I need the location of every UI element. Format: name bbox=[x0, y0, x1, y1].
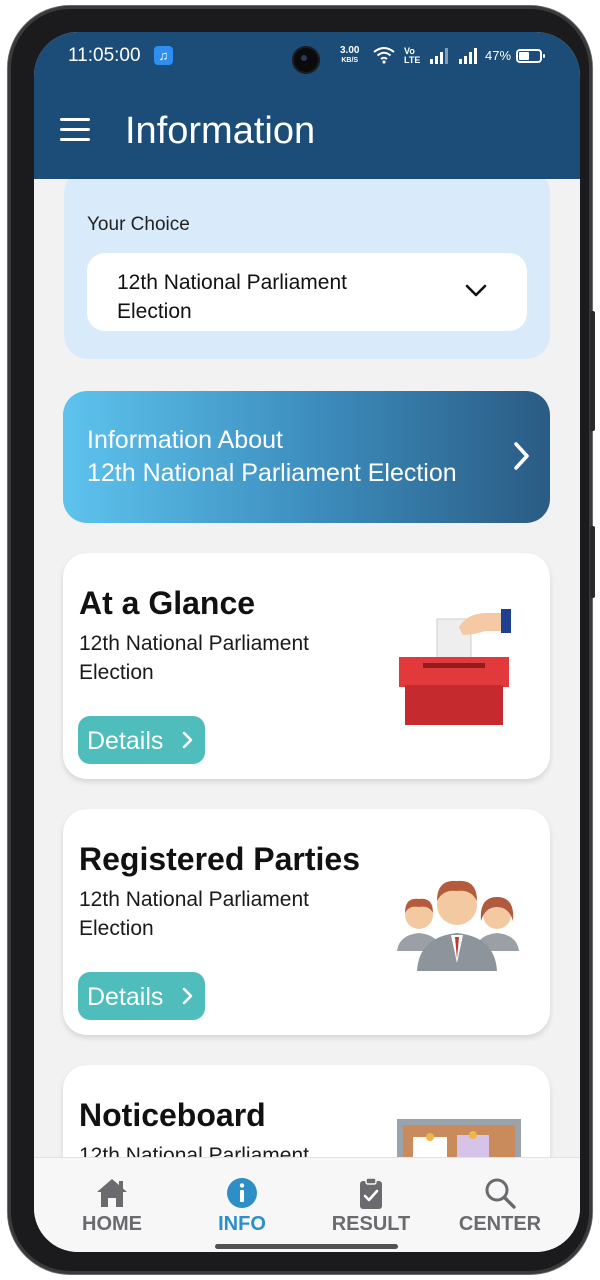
banner-line-1: Information About bbox=[87, 426, 283, 454]
info-banner[interactable]: Information About 12th National Parliame… bbox=[63, 391, 550, 523]
volume-button bbox=[590, 311, 595, 431]
nav-label: HOME bbox=[82, 1213, 142, 1235]
choice-panel: Your Choice 12th National Parliament Ele… bbox=[64, 179, 550, 359]
battery-icon bbox=[516, 49, 545, 63]
status-bar: 11:05:00 ♫ 3.00 KB/S Vo LTE 47% bbox=[34, 32, 580, 82]
nav-home[interactable]: HOME bbox=[52, 1158, 172, 1252]
nav-info[interactable]: INFO bbox=[182, 1158, 302, 1252]
nav-center[interactable]: CENTER bbox=[440, 1158, 560, 1252]
wifi-icon bbox=[373, 47, 395, 64]
chevron-right-icon bbox=[182, 731, 193, 749]
card-title: Noticeboard bbox=[79, 1097, 266, 1133]
network-speed-unit: KB/S bbox=[341, 57, 359, 64]
power-button bbox=[590, 526, 595, 598]
front-camera bbox=[292, 46, 320, 74]
card-registered-parties[interactable]: Registered Parties 12th National Parliam… bbox=[63, 809, 550, 1035]
page-title: Information bbox=[125, 110, 316, 152]
screen: 11:05:00 ♫ 3.00 KB/S Vo LTE 47% Informat… bbox=[34, 32, 580, 1252]
details-label: Details bbox=[87, 983, 164, 1011]
info-icon bbox=[227, 1178, 257, 1208]
signal-icon-2 bbox=[459, 48, 477, 64]
card-at-a-glance[interactable]: At a Glance 12th National Parliament Ele… bbox=[63, 553, 550, 779]
card-subtitle: 12th National Parliament Election bbox=[79, 888, 309, 940]
nav-label: INFO bbox=[218, 1213, 266, 1235]
chevron-right-icon bbox=[182, 987, 193, 1005]
card-title: Registered Parties bbox=[79, 841, 361, 877]
chevron-down-icon bbox=[465, 284, 487, 297]
nav-label: RESULT bbox=[331, 1213, 411, 1235]
status-time: 11:05:00 bbox=[68, 45, 141, 66]
election-select[interactable]: 12th National Parliament Election bbox=[87, 253, 527, 331]
chevron-right-icon bbox=[514, 442, 529, 470]
signal-icon bbox=[430, 48, 448, 64]
card-subtitle: 12th National Parliament bbox=[79, 1144, 309, 1157]
card-title: At a Glance bbox=[79, 585, 256, 621]
people-group-icon bbox=[397, 880, 519, 971]
nav-label: CENTER bbox=[458, 1213, 542, 1235]
battery-percent: 47% bbox=[485, 48, 512, 63]
app-bar: Information bbox=[34, 82, 580, 179]
main-content[interactable]: Your Choice 12th National Parliament Ele… bbox=[34, 179, 580, 1157]
search-icon bbox=[485, 1178, 516, 1209]
card-noticeboard[interactable]: Noticeboard 12th National Parliament bbox=[63, 1065, 550, 1157]
details-label: Details bbox=[87, 727, 164, 755]
network-speed: 3.00 KB/S bbox=[340, 46, 359, 66]
phone-frame: 11:05:00 ♫ 3.00 KB/S Vo LTE 47% Informat… bbox=[8, 6, 595, 1274]
ballot-box-icon bbox=[399, 609, 511, 725]
election-select-value: 12th National Parliament Election bbox=[117, 271, 347, 323]
home-icon bbox=[97, 1179, 127, 1207]
clipboard-icon bbox=[360, 1177, 382, 1209]
card-subtitle: 12th National Parliament Election bbox=[79, 632, 309, 684]
banner-line-2: 12th National Parliament Election bbox=[87, 459, 457, 487]
network-speed-value: 3.00 bbox=[340, 45, 360, 56]
choice-label: Your Choice bbox=[87, 214, 190, 235]
menu-icon[interactable] bbox=[60, 118, 90, 142]
music-app-icon: ♫ bbox=[154, 46, 173, 65]
nav-result[interactable]: RESULT bbox=[311, 1158, 431, 1252]
details-button[interactable]: Details bbox=[78, 972, 205, 1020]
noticeboard-icon bbox=[397, 1119, 521, 1157]
volte-indicator: Vo LTE bbox=[404, 47, 420, 65]
volte-bottom: LTE bbox=[404, 55, 421, 65]
details-button[interactable]: Details bbox=[78, 716, 205, 764]
home-indicator[interactable] bbox=[215, 1244, 398, 1249]
bottom-navigation: HOME INFO RESULT CENTER bbox=[34, 1157, 580, 1252]
